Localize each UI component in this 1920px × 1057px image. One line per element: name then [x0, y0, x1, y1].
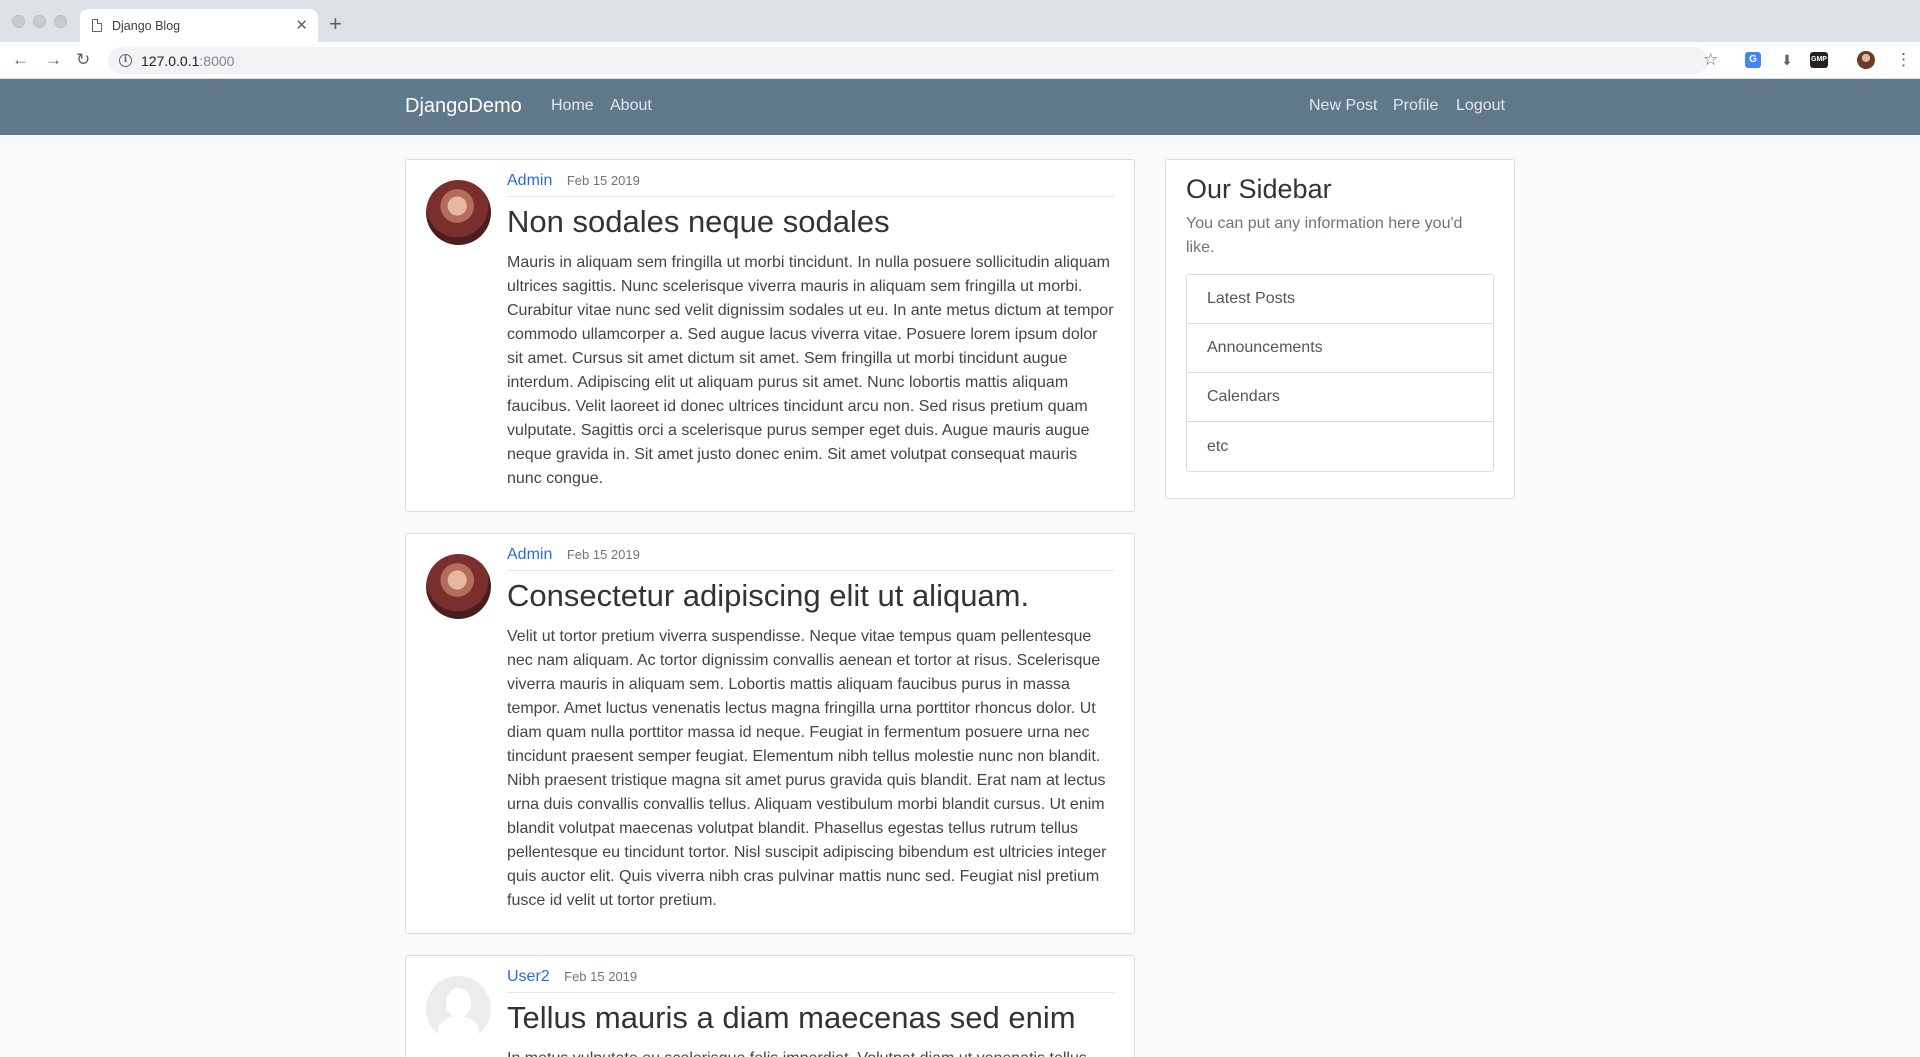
sidebar-item-latest-posts[interactable]: Latest Posts	[1187, 275, 1493, 324]
post-meta: Admin Feb 15 2019	[507, 172, 1114, 197]
post-author-link[interactable]: Admin	[507, 172, 552, 189]
sidebar-description: You can put any information here you'd l…	[1186, 215, 1463, 256]
tab-title: Django Blog	[112, 18, 181, 33]
sidebar-item-etc[interactable]: etc	[1187, 422, 1493, 471]
post-title-link[interactable]: Consectetur adipiscing elit ut aliquam.	[507, 577, 1114, 615]
post-card: Admin Feb 15 2019 Non sodales neque soda…	[405, 159, 1135, 512]
forward-icon[interactable]: →	[45, 50, 62, 70]
bookmark-star-icon[interactable]: ☆	[1703, 50, 1718, 70]
nav-profile-link[interactable]: Profile	[1393, 97, 1438, 115]
browser-toolbar: ← → ↻ i 127.0.0.1:8000 ☆ G ⬇ GMP ⋮	[0, 42, 1920, 79]
close-window-button[interactable]	[12, 15, 25, 28]
post-body: User2 Feb 15 2019 Tellus mauris a diam m…	[507, 968, 1114, 1057]
sidebar-title: Our Sidebar	[1186, 174, 1332, 204]
post-meta: User2 Feb 15 2019	[507, 968, 1114, 993]
post-date: Feb 15 2019	[564, 969, 638, 984]
minimize-window-button[interactable]	[33, 15, 46, 28]
nav-home-link[interactable]: Home	[551, 97, 594, 115]
browser-tab[interactable]: Django Blog ✕	[80, 9, 318, 42]
nav-logout-link[interactable]: Logout	[1456, 97, 1505, 115]
address-bar[interactable]: i 127.0.0.1:8000	[108, 47, 1708, 74]
url-text[interactable]: 127.0.0.1:8000	[141, 53, 234, 69]
maximize-window-button[interactable]	[54, 15, 67, 28]
browser-menu-icon[interactable]: ⋮	[1895, 50, 1912, 70]
site-info-icon[interactable]: i	[119, 54, 132, 67]
post-content: In metus vulputate eu scelerisque felis …	[507, 1047, 1114, 1057]
post-body: Admin Feb 15 2019 Consectetur adipiscing…	[507, 546, 1114, 913]
back-icon[interactable]: ←	[12, 50, 29, 70]
translate-extension-icon[interactable]: G	[1745, 52, 1761, 68]
default-avatar-icon	[426, 976, 491, 1041]
post-title-link[interactable]: Tellus mauris a diam maecenas sed enim	[507, 999, 1114, 1037]
page-icon	[92, 19, 102, 32]
browser-chrome: Django Blog ✕ + ← → ↻ i 127.0.0.1:8000 ☆…	[0, 0, 1920, 79]
sidebar: Our Sidebar You can put any information …	[1165, 159, 1515, 499]
reload-icon[interactable]: ↻	[76, 50, 90, 70]
post-content: Velit ut tortor pretium viverra suspendi…	[507, 628, 1107, 909]
close-tab-icon[interactable]: ✕	[295, 18, 308, 33]
post-date: Feb 15 2019	[566, 173, 640, 188]
author-avatar	[426, 180, 491, 245]
brand-link[interactable]: DjangoDemo	[405, 95, 522, 118]
post-author-link[interactable]: User2	[507, 968, 550, 985]
sidebar-item-announcements[interactable]: Announcements	[1187, 324, 1493, 373]
post-content: Mauris in aliquam sem fringilla ut morbi…	[507, 254, 1114, 487]
window-controls	[12, 15, 67, 28]
browser-profile-avatar[interactable]	[1857, 51, 1875, 69]
site-navbar: DjangoDemo Home About New Post Profile L…	[0, 79, 1920, 135]
post-author-link[interactable]: Admin	[507, 546, 552, 563]
post-date: Feb 15 2019	[566, 547, 640, 562]
post-card: User2 Feb 15 2019 Tellus mauris a diam m…	[405, 955, 1135, 1057]
post-title-link[interactable]: Non sodales neque sodales	[507, 203, 1114, 241]
download-extension-icon[interactable]: ⬇	[1779, 52, 1795, 68]
sidebar-item-calendars[interactable]: Calendars	[1187, 373, 1493, 422]
author-avatar	[426, 554, 491, 619]
new-tab-button[interactable]: +	[329, 12, 342, 36]
post-card: Admin Feb 15 2019 Consectetur adipiscing…	[405, 533, 1135, 934]
nav-about-link[interactable]: About	[610, 97, 652, 115]
gmp-extension-icon[interactable]: GMP	[1810, 52, 1828, 68]
post-body: Admin Feb 15 2019 Non sodales neque soda…	[507, 172, 1114, 491]
post-meta: Admin Feb 15 2019	[507, 546, 1114, 571]
nav-new-post-link[interactable]: New Post	[1309, 97, 1377, 115]
sidebar-list: Latest Posts Announcements Calendars etc	[1186, 274, 1494, 472]
